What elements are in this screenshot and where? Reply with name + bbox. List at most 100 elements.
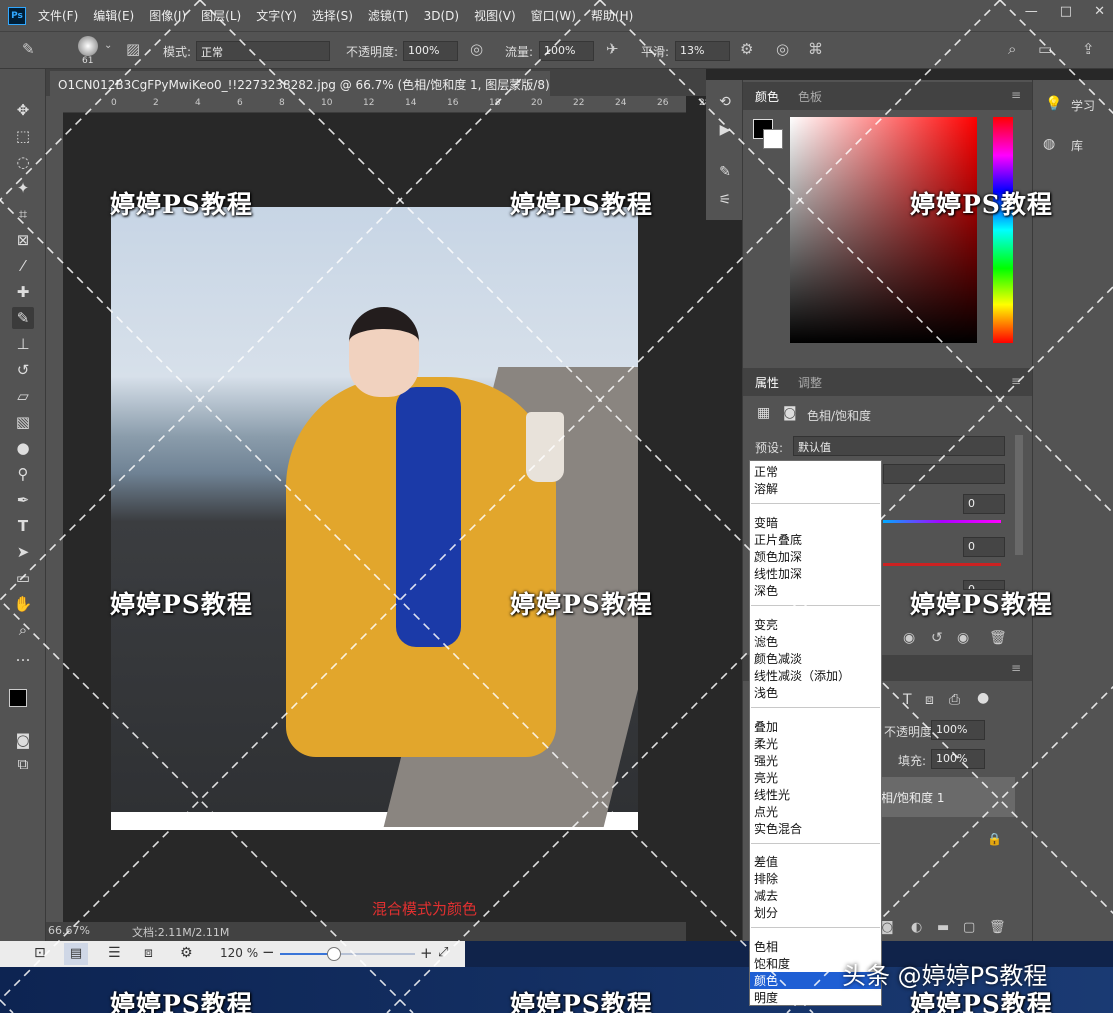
menu-filter[interactable]: 滤镜(T)	[368, 7, 409, 24]
search-icon[interactable]: ⌕	[1008, 40, 1016, 58]
folder-icon[interactable]: ▬	[937, 920, 949, 935]
blend-option[interactable]: 减去	[754, 887, 778, 904]
menu-view[interactable]: 视图(V)	[474, 7, 516, 24]
blend-option[interactable]: 差值	[754, 853, 778, 870]
menu-type[interactable]: 文字(Y)	[256, 7, 297, 24]
filter-type-icon[interactable]: T	[903, 692, 912, 708]
crop-tool-icon[interactable]: ⌗	[12, 203, 34, 225]
quick-mask-icon[interactable]: ◙	[12, 729, 34, 751]
hue-input[interactable]: 0	[963, 494, 1005, 514]
menu-3d[interactable]: 3D(D)	[424, 9, 459, 23]
pen-tool-icon[interactable]: ✒	[12, 489, 34, 511]
play-icon[interactable]: ▶	[716, 122, 734, 140]
symmetry-icon[interactable]: ⌘	[808, 40, 823, 58]
menu-help[interactable]: 帮助(H)	[591, 7, 633, 24]
zoom-level[interactable]: 66.67%	[48, 924, 90, 937]
blend-option[interactable]: 颜色减淡	[754, 650, 802, 667]
path-select-icon[interactable]: ➤	[12, 541, 34, 563]
channel-select[interactable]	[883, 464, 1005, 484]
blend-option[interactable]: 明度	[754, 989, 778, 1006]
blend-option[interactable]: 柔光	[754, 735, 778, 752]
tab-swatches[interactable]: 色板	[798, 88, 822, 105]
color-picker-field[interactable]	[790, 117, 977, 343]
opacity-input[interactable]: 100%	[403, 41, 458, 61]
fullscreen-icon[interactable]: ⤢	[438, 945, 448, 960]
brush-settings-icon[interactable]: ▨	[126, 40, 140, 58]
blend-option[interactable]: 线性加深	[754, 565, 802, 582]
hand-tool-icon[interactable]: ✋	[12, 593, 34, 615]
blend-option[interactable]: 强光	[754, 752, 778, 769]
menu-layer[interactable]: 图层(L)	[201, 7, 241, 24]
panel-menu-icon[interactable]: ≡	[1011, 88, 1021, 102]
menu-image[interactable]: 图像(I)	[149, 7, 186, 24]
blend-option[interactable]: 亮光	[754, 769, 778, 786]
brush-tool-icon[interactable]: ✎	[12, 307, 34, 329]
layer-row-selected[interactable]: 相/饱和度 1	[881, 777, 1015, 817]
reset-icon[interactable]: ↺	[931, 630, 943, 646]
mode-select[interactable]: 正常	[196, 41, 330, 61]
blend-option[interactable]: 划分	[754, 904, 778, 921]
maximize-button[interactable]: □	[1060, 4, 1072, 19]
blend-option[interactable]: 深色	[754, 582, 778, 599]
trash-icon[interactable]: 🗑	[989, 920, 1006, 935]
view-previous-icon[interactable]: ◉	[903, 630, 915, 646]
pressure-opacity-icon[interactable]: ◎	[470, 40, 483, 58]
document-tab[interactable]: O1CN012B3CgFPyMwiKeo0_!!2273238282.jpg @…	[50, 71, 550, 96]
dodge-tool-icon[interactable]: ⚲	[12, 463, 34, 485]
view-page-icon[interactable]: ▤	[64, 943, 88, 965]
close-button[interactable]: ✕	[1094, 4, 1105, 19]
zoom-slider[interactable]	[280, 947, 415, 961]
library-icon[interactable]: ◍	[1043, 136, 1055, 152]
tab-adjustments[interactable]: 调整	[798, 374, 822, 391]
zoom-in-icon[interactable]: +	[420, 944, 433, 962]
healing-brush-icon[interactable]: ✚	[12, 281, 34, 303]
background-color-swatch[interactable]	[763, 129, 783, 149]
learn-label[interactable]: 学习	[1071, 97, 1095, 114]
blend-option[interactable]: 溶解	[754, 480, 778, 497]
tab-properties[interactable]: 属性	[755, 374, 779, 391]
magic-wand-icon[interactable]: ✦	[12, 177, 34, 199]
blend-option[interactable]: 线性光	[754, 786, 790, 803]
menu-select[interactable]: 选择(S)	[312, 7, 353, 24]
blend-option[interactable]: 点光	[754, 803, 778, 820]
adjust-icon[interactable]: ⚟	[716, 192, 734, 210]
zoom-tool-icon[interactable]: ⌕	[12, 619, 34, 641]
stamp-tool-icon[interactable]: ⊥	[12, 333, 34, 355]
blend-option[interactable]: 正片叠底	[754, 531, 802, 548]
menu-edit[interactable]: 编辑(E)	[93, 7, 134, 24]
gear-icon[interactable]: ⚙	[740, 40, 753, 58]
rectangle-tool-icon[interactable]: ▭	[12, 567, 34, 589]
blend-option[interactable]: 浅色	[754, 684, 778, 701]
chevron-down-icon[interactable]: ⌄	[104, 40, 112, 51]
more-tools-icon[interactable]: …	[12, 645, 34, 667]
minimize-button[interactable]: —	[1025, 4, 1038, 19]
type-tool-icon[interactable]: T	[12, 515, 34, 537]
fill-input[interactable]: 100%	[931, 749, 985, 769]
filter-toggle-icon[interactable]: ●	[977, 690, 989, 706]
saturation-input[interactable]: 0	[963, 537, 1005, 557]
brush-preview-icon[interactable]	[78, 36, 98, 56]
gradient-tool-icon[interactable]: ▧	[12, 411, 34, 433]
foreground-color-swatch[interactable]	[9, 689, 27, 707]
saturation-slider[interactable]	[883, 563, 1001, 566]
airbrush-icon[interactable]: ✈	[606, 40, 619, 58]
blend-option[interactable]: 排除	[754, 870, 778, 887]
panel-menu-icon[interactable]: ≡	[1011, 661, 1021, 675]
eyedropper-icon[interactable]: ⁄	[12, 255, 34, 277]
blend-option[interactable]: 颜色加深	[754, 548, 802, 565]
pressure-size-icon[interactable]: ◎	[776, 40, 789, 58]
screen-mode-icon[interactable]: ⧉	[12, 753, 34, 775]
settings-icon[interactable]: ⚙	[180, 945, 193, 961]
zoom-slider-thumb[interactable]	[327, 947, 341, 961]
blur-tool-icon[interactable]: ●	[12, 437, 34, 459]
fit-screen-icon[interactable]: ⊡	[34, 945, 46, 961]
eraser-tool-icon[interactable]: ▱	[12, 385, 34, 407]
blend-option[interactable]: 变亮	[754, 616, 778, 633]
marquee-tool-icon[interactable]: ⬚	[12, 125, 34, 147]
new-adjustment-icon[interactable]: ◐	[911, 920, 922, 935]
blend-option[interactable]: 实色混合	[754, 820, 802, 837]
move-tool-icon[interactable]: ✥	[12, 99, 34, 121]
preset-select[interactable]: 默认值	[793, 436, 1005, 456]
layer-opacity-input[interactable]: 100%	[931, 720, 985, 740]
blend-mode-dropdown[interactable]: 正常 溶解 变暗 正片叠底 颜色加深 线性加深 深色 变亮 滤色 颜色减淡 线性…	[749, 460, 882, 1006]
